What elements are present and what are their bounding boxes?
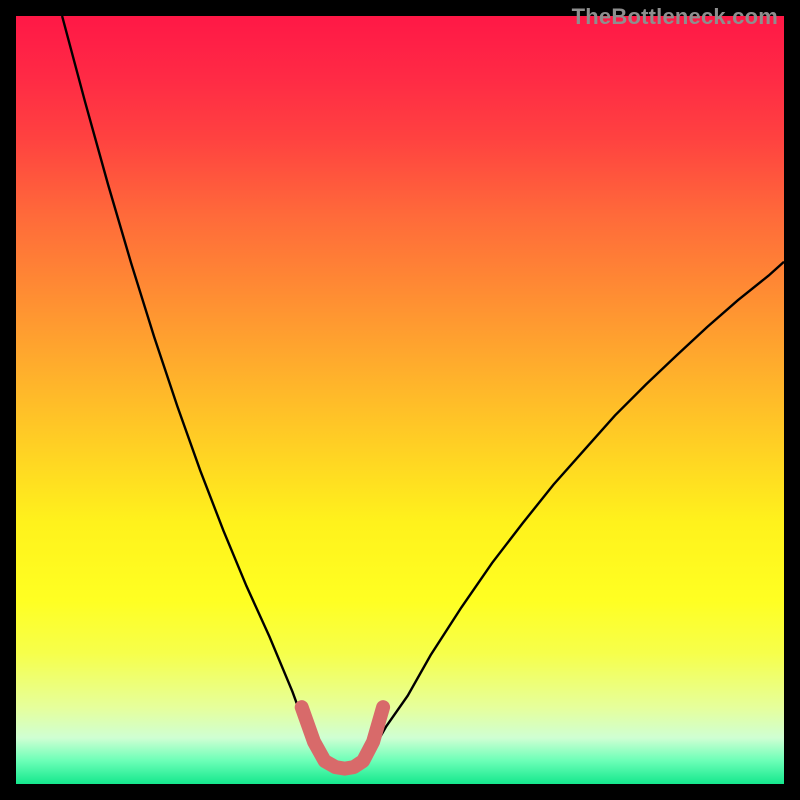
curve-right xyxy=(373,262,784,750)
curve-left xyxy=(62,16,313,747)
chart-frame: TheBottleneck.com xyxy=(0,0,800,800)
highlight-band xyxy=(302,707,383,768)
chart-svg xyxy=(16,16,784,784)
